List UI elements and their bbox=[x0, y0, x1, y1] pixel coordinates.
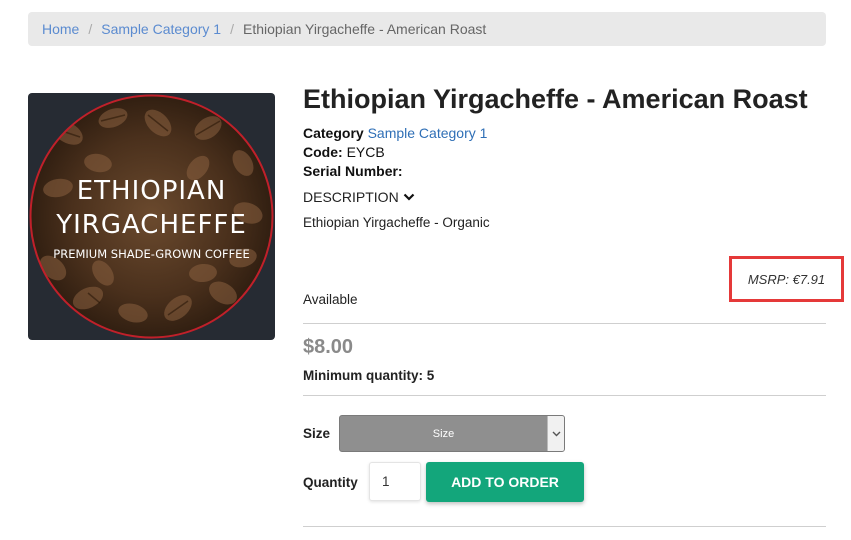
product-title: Ethiopian Yirgacheffe - American Roast bbox=[303, 84, 808, 114]
code-value: EYCB bbox=[346, 144, 385, 160]
chevron-down-icon bbox=[403, 193, 414, 201]
code-line: Code: EYCB bbox=[303, 144, 385, 160]
coffee-beans-image: ETHIOPIAN YIRGACHEFFE PREMIUM SHADE-GROW… bbox=[29, 94, 274, 339]
image-text-line1: ETHIOPIAN bbox=[77, 176, 227, 206]
add-to-order-button[interactable]: ADD TO ORDER bbox=[426, 462, 584, 502]
msrp-highlight: MSRP: €7.91 bbox=[729, 256, 844, 302]
breadcrumb-separator: / bbox=[230, 21, 234, 37]
msrp-price: MSRP: €7.91 bbox=[747, 271, 826, 287]
minimum-quantity: Minimum quantity: 5 bbox=[303, 368, 435, 383]
breadcrumb-category-link[interactable]: Sample Category 1 bbox=[101, 21, 221, 37]
product-image: ETHIOPIAN YIRGACHEFFE PREMIUM SHADE-GROW… bbox=[28, 93, 275, 340]
category-label: Category bbox=[303, 125, 364, 141]
size-select[interactable]: Size bbox=[339, 415, 565, 452]
serial-line: Serial Number: bbox=[303, 163, 403, 179]
category-link[interactable]: Sample Category 1 bbox=[368, 125, 488, 141]
chevron-down-icon bbox=[547, 416, 564, 451]
breadcrumb-separator: / bbox=[88, 21, 93, 37]
divider bbox=[303, 323, 826, 324]
breadcrumb: Home / Sample Category 1 / Ethiopian Yir… bbox=[28, 12, 826, 46]
serial-label: Serial Number: bbox=[303, 163, 403, 179]
breadcrumb-home-link[interactable]: Home bbox=[42, 21, 79, 37]
description-toggle[interactable]: DESCRIPTION bbox=[303, 189, 415, 205]
description-label: DESCRIPTION bbox=[303, 189, 399, 205]
availability-status: Available bbox=[303, 292, 358, 307]
quantity-input[interactable] bbox=[369, 462, 421, 501]
size-select-value: Size bbox=[432, 427, 455, 440]
breadcrumb-current: Ethiopian Yirgacheffe - American Roast bbox=[242, 21, 487, 37]
divider bbox=[303, 526, 826, 527]
size-label: Size bbox=[303, 426, 331, 441]
image-text-line2: YIRGACHEFFE bbox=[55, 210, 247, 240]
category-line: Category Sample Category 1 bbox=[303, 125, 487, 141]
code-label: Code: bbox=[303, 144, 343, 160]
image-text-line3: PREMIUM SHADE-GROWN COFFEE bbox=[53, 247, 249, 261]
divider bbox=[303, 395, 826, 396]
description-text: Ethiopian Yirgacheffe - Organic bbox=[303, 215, 490, 230]
quantity-label: Quantity bbox=[303, 475, 358, 490]
product-price: $8.00 bbox=[303, 336, 354, 358]
